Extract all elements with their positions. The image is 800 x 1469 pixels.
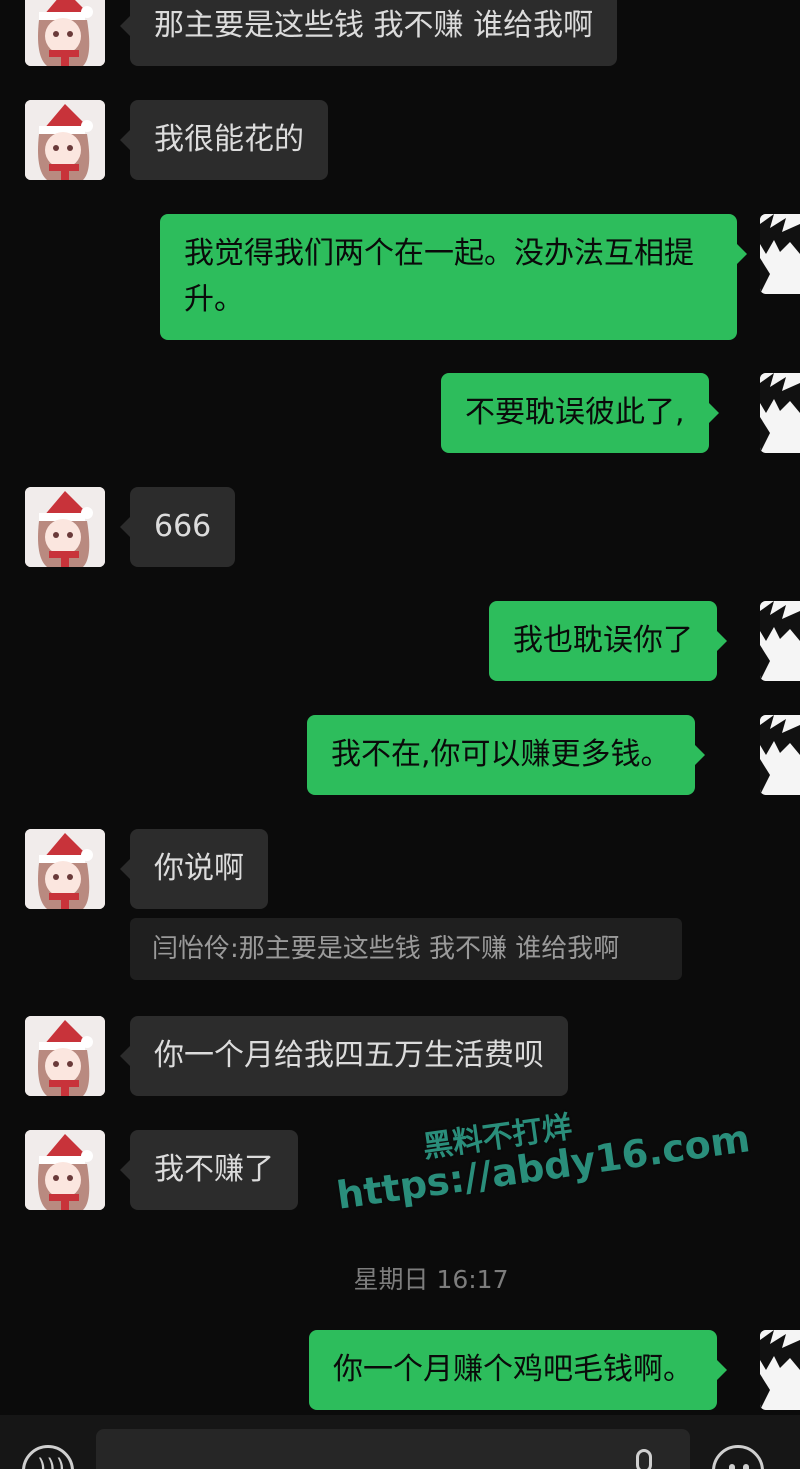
girl-avatar-icon [25,487,105,567]
message-input[interactable] [96,1429,690,1469]
message-row: 我也耽误你了 [0,601,800,681]
voice-icon[interactable]: ))) [22,1445,74,1469]
chat-history[interactable]: 那主要是这些钱 我不赚 谁给我啊 我很能花的 我觉得我们两个在一起。没办法互相提… [0,0,800,1415]
input-toolbar: ))) [0,1415,800,1469]
boy-avatar-icon [760,373,800,453]
my-avatar[interactable] [760,1330,800,1410]
outgoing-message-bubble[interactable]: 我觉得我们两个在一起。没办法互相提升。 [160,214,747,340]
message-row: 我觉得我们两个在一起。没办法互相提升。 [0,214,800,340]
contact-avatar[interactable] [25,1016,105,1096]
contact-avatar[interactable] [25,487,105,567]
mic-icon[interactable] [636,1449,652,1469]
incoming-message-bubble[interactable]: 666 [119,487,236,567]
my-avatar[interactable] [760,601,800,681]
message-row: 你说啊 [0,829,800,909]
boy-avatar-icon [760,214,800,294]
outgoing-message-bubble[interactable]: 不要耽误彼此了, [441,373,719,453]
contact-avatar[interactable] [25,100,105,180]
message-row: 我很能花的 [0,100,800,182]
contact-avatar[interactable] [25,829,105,909]
boy-avatar-icon [760,715,800,795]
girl-avatar-icon [25,1130,105,1210]
boy-avatar-icon [760,1330,800,1410]
incoming-message-bubble[interactable]: 我很能花的 [120,100,328,180]
girl-avatar-icon [25,1016,105,1096]
message-timestamp: 星期日 16:17 [353,1265,509,1294]
message-row: 那主要是这些钱 我不赚 谁给我啊 [0,0,800,68]
message-row: 你一个月给我四五万生活费呗 [0,1016,800,1096]
incoming-message-bubble[interactable]: 那主要是这些钱 我不赚 谁给我啊 [119,0,618,66]
outgoing-message-bubble[interactable]: 我也耽误你了 [489,601,727,681]
message-row: 不要耽误彼此了, [0,373,800,453]
boy-avatar-icon [760,601,800,681]
my-avatar[interactable] [760,214,800,294]
message-row: 你一个月赚个鸡吧毛钱啊。 [0,1330,800,1410]
my-avatar[interactable] [760,715,800,795]
incoming-message-bubble[interactable]: 你一个月给我四五万生活费呗 [120,1016,568,1096]
message-row: 666 [0,487,800,567]
incoming-message-bubble[interactable]: 我不赚了 [120,1130,298,1210]
message-row: 我不在,你可以赚更多钱。 [0,715,800,795]
emoji-icon[interactable] [712,1445,764,1469]
quoted-reply[interactable]: 闫怡伶:那主要是这些钱 我不赚 谁给我啊 [130,918,682,980]
outgoing-message-bubble[interactable]: 我不在,你可以赚更多钱。 [307,715,705,795]
girl-avatar-icon [25,0,105,66]
contact-avatar[interactable] [25,0,105,66]
outgoing-message-bubble[interactable]: 你一个月赚个鸡吧毛钱啊。 [309,1330,727,1410]
girl-avatar-icon [25,829,105,909]
girl-avatar-icon [25,100,105,180]
contact-avatar[interactable] [25,1130,105,1210]
my-avatar[interactable] [760,373,800,453]
incoming-message-bubble[interactable]: 你说啊 [120,829,268,909]
